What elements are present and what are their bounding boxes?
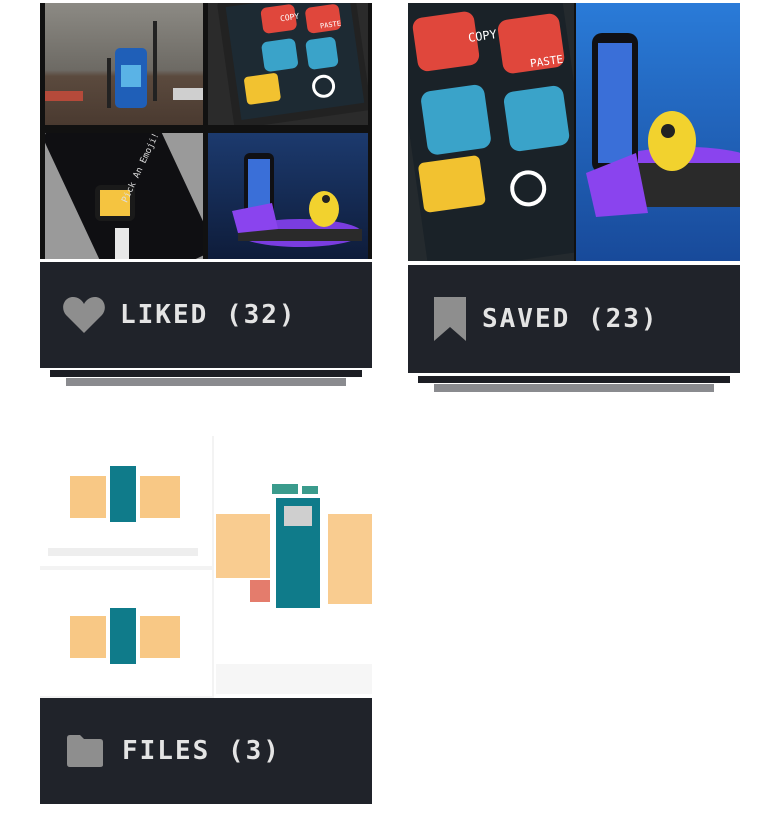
files-thumbnail-collage	[40, 436, 372, 698]
saved-label-text: SAVED (23)	[482, 304, 659, 334]
saved-count: (23)	[587, 304, 659, 334]
liked-stack-edge	[50, 370, 362, 377]
files-collection-card[interactable]: FILES (3)	[40, 436, 372, 804]
saved-thumb-touchscreen-photo: COPY PASTE	[408, 3, 574, 261]
liked-thumb-touchscreen-photo: COPY PASTE	[208, 3, 368, 125]
liked-collection-card[interactable]: COPY PASTE Pick An Emoji! LIKED (32)	[40, 3, 372, 388]
saved-thumbnail-collage: COPY PASTE	[408, 3, 740, 261]
folder-icon	[66, 734, 104, 768]
saved-stack-shadow	[434, 384, 714, 392]
liked-thumb-device-photo	[45, 3, 203, 125]
files-label-panel[interactable]: FILES (3)	[40, 698, 372, 804]
files-count: (3)	[227, 736, 281, 766]
files-pinout-diagram	[40, 436, 372, 698]
liked-stack-shadow	[66, 378, 346, 386]
liked-thumbnail-collage: COPY PASTE Pick An Emoji!	[40, 3, 372, 259]
saved-label-panel[interactable]: SAVED (23)	[408, 265, 740, 373]
saved-thumb-stand-photo	[576, 3, 740, 261]
heart-icon	[62, 295, 106, 335]
saved-collection-card[interactable]: COPY PASTE SAVED (23)	[408, 3, 740, 395]
liked-thumb-stand-photo	[208, 133, 368, 259]
liked-label-text: LIKED (32)	[120, 300, 297, 330]
files-label-text: FILES (3)	[122, 736, 281, 766]
saved-stack-edge	[418, 376, 730, 383]
liked-thumb-phone-photo: Pick An Emoji!	[45, 133, 203, 259]
bookmark-icon	[432, 295, 468, 343]
liked-count: (32)	[225, 300, 297, 330]
liked-label-panel[interactable]: LIKED (32)	[40, 262, 372, 368]
